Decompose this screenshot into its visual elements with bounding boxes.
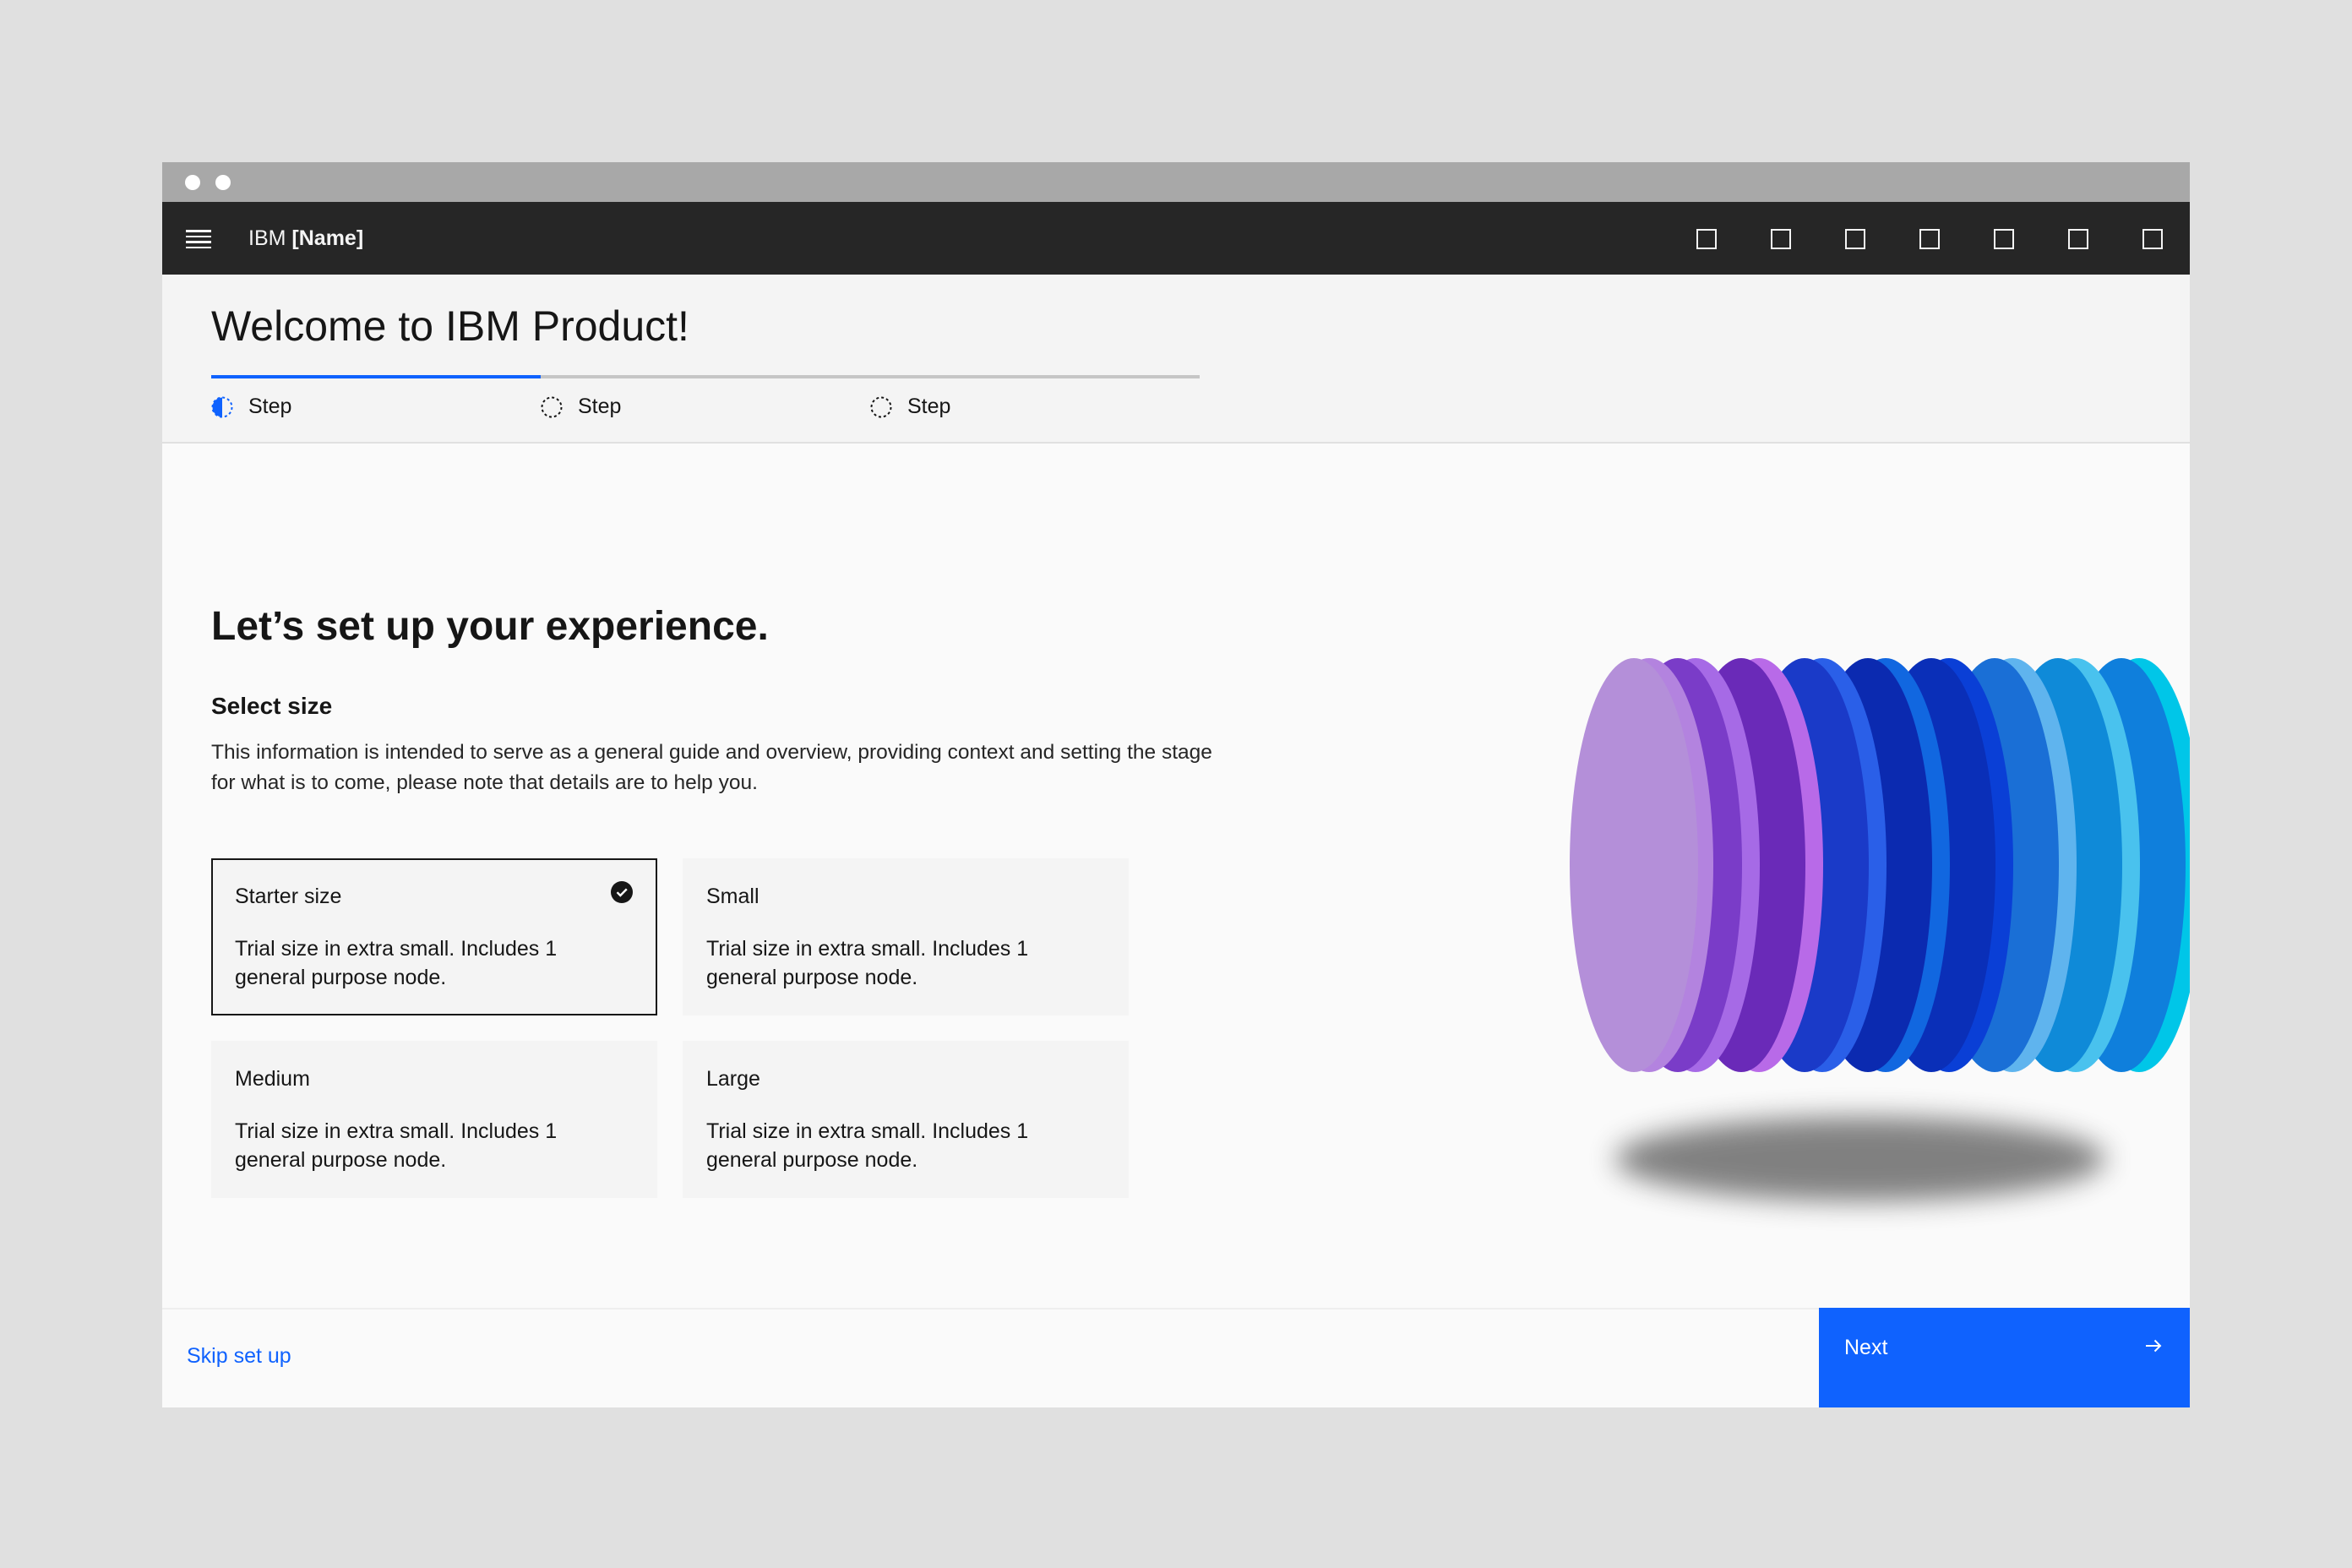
window-control-dot[interactable] bbox=[215, 175, 231, 190]
tile-title: Large bbox=[706, 1067, 760, 1091]
skip-setup-link[interactable]: Skip set up bbox=[187, 1342, 291, 1370]
brand-prefix: IBM bbox=[248, 226, 286, 250]
square-icon[interactable] bbox=[2068, 229, 2088, 249]
step-label: Step bbox=[248, 395, 292, 418]
step-current-icon bbox=[211, 396, 233, 418]
section-description: This information is intended to serve as… bbox=[211, 741, 1212, 794]
checkmark-filled-icon bbox=[611, 881, 633, 903]
page-title: Welcome to IBM Product! bbox=[211, 302, 689, 350]
square-icon[interactable] bbox=[2142, 229, 2163, 249]
footer-bar: Skip set up Next bbox=[162, 1308, 2190, 1407]
tile-title: Medium bbox=[235, 1067, 310, 1091]
stacked-discs-illustration bbox=[1570, 658, 2190, 1201]
square-icon[interactable] bbox=[1696, 229, 1717, 249]
tile-description: Trial size in extra small. Includes 1 ge… bbox=[706, 937, 1029, 989]
square-icon[interactable] bbox=[1845, 229, 1865, 249]
progress-fill bbox=[211, 375, 541, 378]
step-incomplete-icon bbox=[870, 396, 892, 418]
brand-name: [Name] bbox=[291, 226, 364, 250]
size-tile-large[interactable]: Large Trial size in extra small. Include… bbox=[683, 1041, 1129, 1198]
tile-description: Trial size in extra small. Includes 1 ge… bbox=[235, 937, 558, 989]
step-label: Step bbox=[578, 395, 622, 418]
size-tile-small[interactable]: Small Trial size in extra small. Include… bbox=[683, 858, 1129, 1015]
select-size-heading: Select size bbox=[211, 693, 333, 719]
arrow-right-icon bbox=[2146, 1339, 2162, 1353]
window-chrome bbox=[162, 162, 2190, 202]
next-button-label: Next bbox=[1844, 1336, 1888, 1359]
tile-description: Trial size in extra small. Includes 1 ge… bbox=[235, 1119, 558, 1172]
menu-icon[interactable] bbox=[186, 230, 211, 248]
square-icon[interactable] bbox=[1994, 229, 2014, 249]
tile-title: Starter size bbox=[235, 885, 342, 908]
square-icon[interactable] bbox=[1919, 229, 1940, 249]
window-control-dot[interactable] bbox=[185, 175, 200, 190]
tile-description: Trial size in extra small. Includes 1 ge… bbox=[706, 1119, 1029, 1172]
section-heading: Let’s set up your experience. bbox=[211, 604, 769, 649]
onboarding-header: Welcome to IBM Product! Step Step Step bbox=[162, 275, 2190, 444]
tile-title: Small bbox=[706, 885, 760, 908]
step-incomplete-icon bbox=[541, 396, 563, 418]
progress-track bbox=[211, 375, 1200, 378]
size-tile-starter[interactable]: Starter size Trial size in extra small. … bbox=[211, 858, 657, 1015]
app-window: IBM [Name] Welcome to IBM Product! Step … bbox=[162, 162, 2190, 1407]
step-label: Step bbox=[907, 395, 951, 418]
product-name[interactable]: IBM [Name] bbox=[248, 224, 363, 253]
square-icon[interactable] bbox=[1771, 229, 1791, 249]
next-button[interactable]: Next bbox=[1819, 1308, 2190, 1407]
app-header: IBM [Name] bbox=[162, 202, 2190, 275]
size-tile-medium[interactable]: Medium Trial size in extra small. Includ… bbox=[211, 1041, 657, 1198]
